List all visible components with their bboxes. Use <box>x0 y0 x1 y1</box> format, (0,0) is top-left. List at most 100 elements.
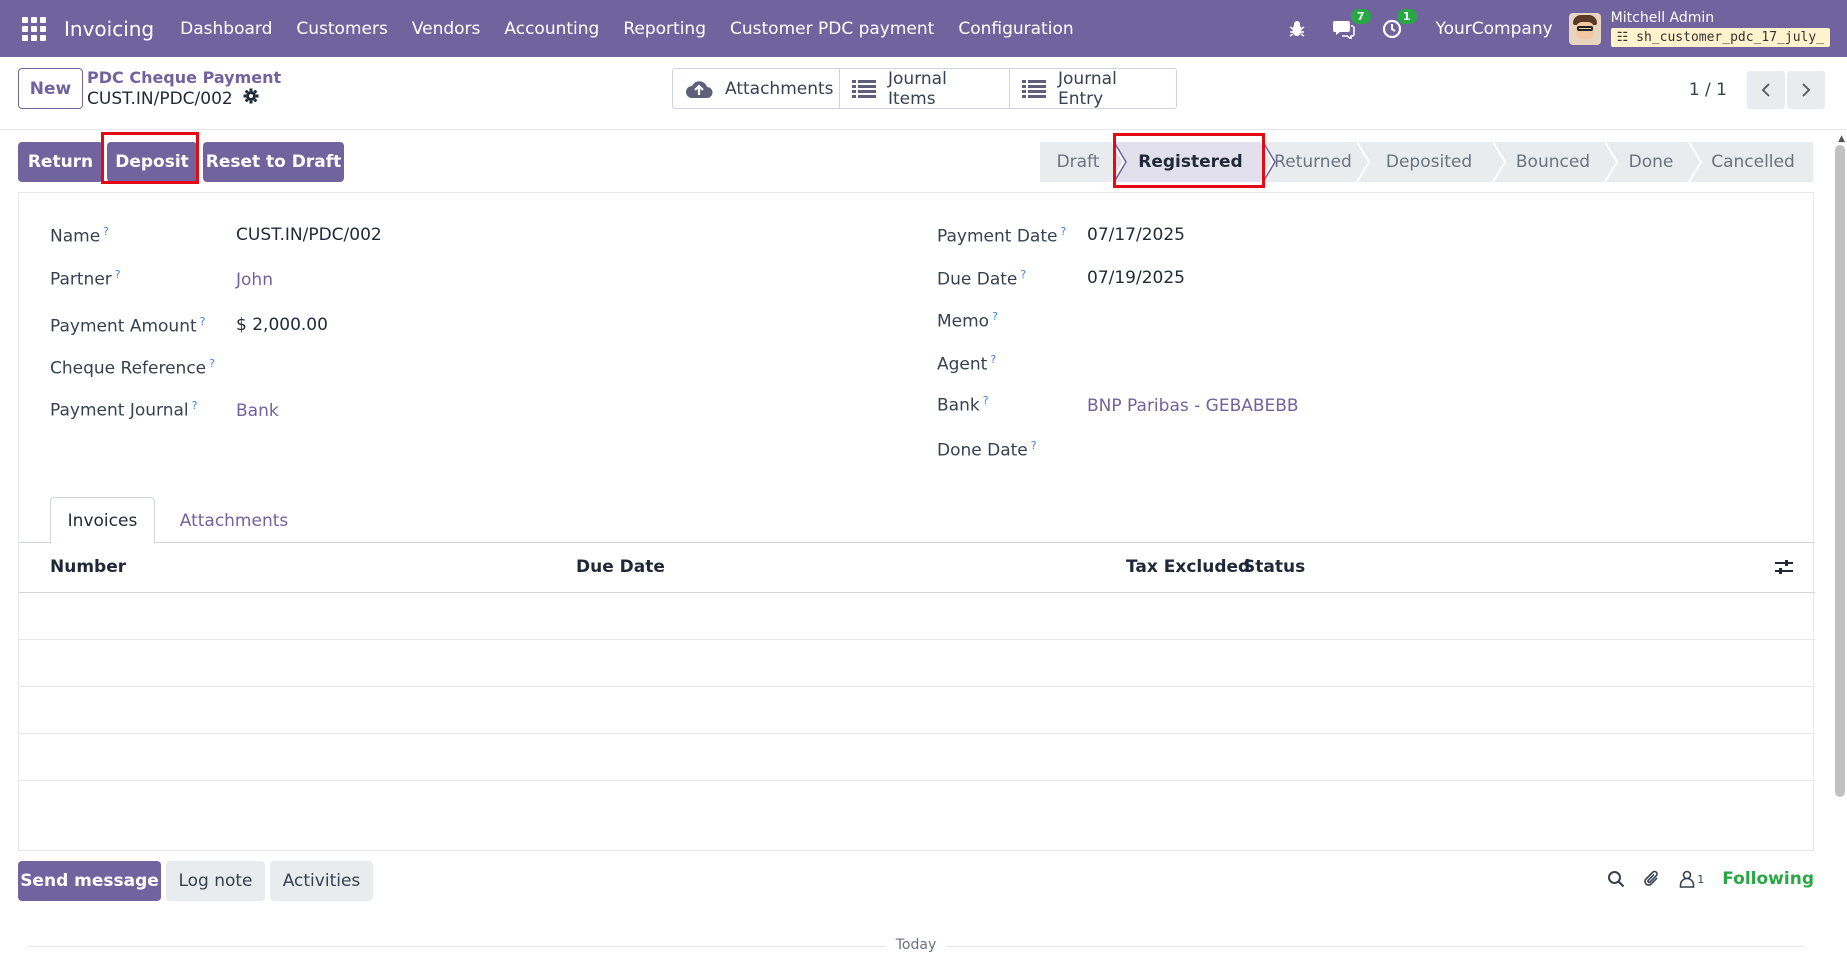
tab-invoices[interactable]: Invoices <box>50 497 155 544</box>
payment-date-value[interactable]: 07/17/2025 <box>1087 225 1185 245</box>
reset-to-draft-button[interactable]: Reset to Draft <box>203 142 344 182</box>
help-icon[interactable]: ? <box>992 310 998 323</box>
gear-icon[interactable] <box>243 88 259 109</box>
form-sheet: Name? CUST.IN/PDC/002 Partner? John Paym… <box>18 192 1815 851</box>
menu-customer-pdc-payment[interactable]: Customer PDC payment <box>730 19 934 39</box>
today-separator: Today <box>0 937 1832 953</box>
table-row <box>19 640 1815 687</box>
pager-next-button[interactable] <box>1787 71 1825 109</box>
help-icon[interactable]: ? <box>1031 439 1037 452</box>
apps-menu-icon[interactable] <box>20 15 48 43</box>
user-menu[interactable]: Mitchell Admin ☷ sh_customer_pdc_17_july… <box>1610 9 1830 47</box>
paperclip-icon[interactable] <box>1643 869 1661 889</box>
table-row <box>19 687 1815 734</box>
followers-button[interactable]: 1 <box>1679 870 1704 888</box>
help-icon[interactable]: ? <box>192 399 198 412</box>
help-icon[interactable]: ? <box>209 357 215 370</box>
column-status[interactable]: Status <box>1243 557 1305 577</box>
table-row <box>19 781 1815 828</box>
done-date-label: Done Date? <box>937 439 1037 461</box>
activities-badge: 1 <box>1396 8 1417 24</box>
scroll-up-arrow[interactable]: ▲ <box>1838 134 1845 144</box>
partner-link[interactable]: John <box>236 270 273 290</box>
user-name: Mitchell Admin <box>1610 9 1715 26</box>
payment-amount-value[interactable]: $ 2,000.00 <box>236 315 328 335</box>
invoices-table-header: Number Due Date Tax Excluded Status <box>19 543 1815 593</box>
help-icon[interactable]: ? <box>990 353 996 366</box>
new-button[interactable]: New <box>18 68 83 109</box>
menu-accounting[interactable]: Accounting <box>504 19 599 39</box>
agent-label: Agent? <box>937 353 997 375</box>
pager-previous-button[interactable] <box>1747 71 1785 109</box>
menu-vendors[interactable]: Vendors <box>412 19 481 39</box>
menu-customers[interactable]: Customers <box>296 19 387 39</box>
log-note-button[interactable]: Log note <box>166 861 265 901</box>
table-row <box>19 734 1815 781</box>
name-value[interactable]: CUST.IN/PDC/002 <box>236 225 382 245</box>
done-date-field[interactable] <box>1087 439 1487 463</box>
chatter: Send message Log note Activities 1 Follo… <box>0 855 1847 967</box>
user-icon <box>1679 870 1695 888</box>
breadcrumb-parent[interactable]: PDC Cheque Payment <box>87 68 281 87</box>
debug-bug-icon[interactable] <box>1288 20 1306 38</box>
column-tax-excluded[interactable]: Tax Excluded <box>1126 557 1250 577</box>
cheque-reference-field[interactable] <box>236 357 636 381</box>
breadcrumb-current: CUST.IN/PDC/002 <box>87 88 259 109</box>
column-due-date[interactable]: Due Date <box>576 557 665 577</box>
column-number[interactable]: Number <box>50 557 126 577</box>
deposit-button[interactable]: Deposit <box>107 142 197 182</box>
attachments-smart-button[interactable]: Attachments <box>673 69 840 108</box>
search-icon[interactable] <box>1607 870 1625 888</box>
tab-attachments[interactable]: Attachments <box>169 497 299 544</box>
database-name: ☷ sh_customer_pdc_17_july_ <box>1610 27 1830 47</box>
bank-link[interactable]: BNP Paribas - GEBABEBB <box>1087 396 1299 416</box>
list-icon <box>1022 79 1046 99</box>
table-row <box>19 593 1815 640</box>
payment-journal-label: Payment Journal? <box>50 399 198 421</box>
activities-clock-icon[interactable]: 1 <box>1382 8 1417 39</box>
stage-separators <box>1111 142 1703 182</box>
help-icon[interactable]: ? <box>1060 225 1066 238</box>
memo-label: Memo? <box>937 310 998 332</box>
due-date-value[interactable]: 07/19/2025 <box>1087 268 1185 288</box>
payment-journal-link[interactable]: Bank <box>236 401 279 421</box>
help-icon[interactable]: ? <box>200 315 206 328</box>
menu-reporting[interactable]: Reporting <box>623 19 706 39</box>
help-icon[interactable]: ? <box>103 225 109 238</box>
payment-amount-label: Payment Amount? <box>50 315 206 337</box>
journal-entry-smart-button[interactable]: Journal Entry <box>1010 69 1176 109</box>
app-brand[interactable]: Invoicing <box>64 17 154 41</box>
scrollbar[interactable] <box>1835 145 1845 797</box>
cloud-upload-icon <box>685 79 713 99</box>
journal-items-smart-button[interactable]: Journal Items <box>840 69 1010 109</box>
help-icon[interactable]: ? <box>115 268 121 281</box>
record-name: CUST.IN/PDC/002 <box>87 88 233 109</box>
followers-count: 1 <box>1697 872 1705 886</box>
notebook-tabs: Invoices Attachments <box>19 495 1815 544</box>
optional-columns-icon[interactable] <box>1775 559 1793 580</box>
following-button[interactable]: Following <box>1722 869 1814 889</box>
user-avatar[interactable] <box>1568 12 1601 45</box>
menu-dashboard[interactable]: Dashboard <box>180 19 272 39</box>
memo-field[interactable] <box>1087 310 1487 334</box>
smart-buttons: Attachments Journal Items Journal Entry <box>672 68 1177 109</box>
chatter-topbar-right: 1 Following <box>1589 869 1814 889</box>
activities-button[interactable]: Activities <box>270 861 373 901</box>
payment-date-label: Payment Date? <box>937 225 1067 247</box>
database-icon: ☷ <box>1616 29 1629 45</box>
messages-icon[interactable]: 7 <box>1332 8 1371 39</box>
menu-configuration[interactable]: Configuration <box>958 19 1073 39</box>
control-panel: New PDC Cheque Payment CUST.IN/PDC/002 A… <box>0 57 1847 130</box>
agent-field[interactable] <box>1087 353 1487 377</box>
help-icon[interactable]: ? <box>1020 268 1026 281</box>
name-label: Name? <box>50 225 109 247</box>
pager-value[interactable]: 1 / 1 <box>1689 80 1727 100</box>
chevron-right-icon <box>1802 83 1811 97</box>
company-switcher[interactable]: YourCompany <box>1436 19 1553 39</box>
due-date-label: Due Date? <box>937 268 1027 290</box>
main-menu: Dashboard Customers Vendors Accounting R… <box>180 19 1097 39</box>
top-navbar: Invoicing Dashboard Customers Vendors Ac… <box>0 0 1847 57</box>
return-button[interactable]: Return <box>18 142 103 182</box>
send-message-button[interactable]: Send message <box>18 861 161 901</box>
help-icon[interactable]: ? <box>983 394 989 407</box>
